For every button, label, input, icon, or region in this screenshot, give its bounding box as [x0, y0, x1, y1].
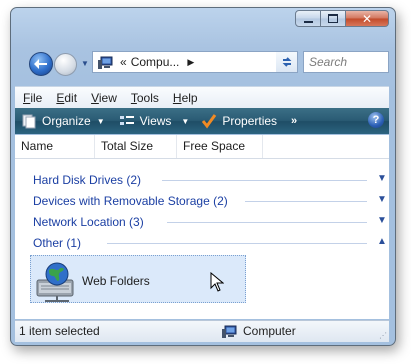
group-other[interactable]: Other (1)	[33, 234, 81, 252]
breadcrumb-chevron-icon[interactable]: ▶	[187, 57, 194, 68]
column-header-name[interactable]: Name	[15, 135, 95, 158]
menu-view-accel: V	[91, 90, 99, 105]
group-network-location[interactable]: Network Location (3)	[33, 213, 144, 231]
minimize-button[interactable]	[295, 10, 321, 27]
resize-grip-icon[interactable]: ⋰	[379, 331, 387, 340]
group-hard-disk-drives[interactable]: Hard Disk Drives (2)	[33, 171, 141, 189]
organize-dropdown-icon: ▼	[96, 116, 105, 126]
address-bar[interactable]: « Compu... ▶ ▼	[92, 51, 298, 73]
menu-bar: File Edit View Tools Help	[15, 86, 389, 108]
menu-tools-label: ools	[136, 90, 159, 105]
menu-edit[interactable]: Edit	[50, 91, 83, 105]
views-dropdown-icon: ▼	[181, 116, 190, 126]
back-button[interactable]	[29, 52, 53, 76]
menu-help-accel: H	[172, 90, 182, 105]
explorer-window: ✕ ▼ « Compu... ▶ ▼ Search File	[10, 7, 396, 346]
status-location-label: Computer	[243, 324, 296, 338]
help-icon[interactable]: ?	[368, 112, 384, 128]
column-headers: Name Total Size Free Space	[15, 135, 389, 159]
menu-view-label: iew	[98, 90, 117, 105]
computer-icon	[222, 325, 238, 338]
minimize-icon	[303, 20, 313, 23]
organize-icon	[21, 113, 37, 129]
caption-buttons: ✕	[295, 10, 389, 27]
group-removable-storage[interactable]: Devices with Removable Storage (2)	[33, 192, 228, 210]
forward-button[interactable]	[54, 53, 77, 76]
maximize-button[interactable]	[321, 10, 346, 27]
properties-button[interactable]: Properties	[201, 113, 277, 129]
status-selection-count: 1 item selected	[19, 324, 100, 338]
group-divider	[162, 180, 367, 181]
address-breadcrumb[interactable]: Compu...	[131, 55, 180, 69]
back-arrow-icon	[34, 59, 47, 69]
group-divider	[107, 243, 367, 244]
menu-tools[interactable]: Tools	[125, 91, 165, 105]
command-bar: Organize ▼ Views ▼ Properties » ?	[15, 108, 389, 134]
checkmark-icon	[201, 113, 217, 129]
item-label: Web Folders	[82, 274, 150, 288]
chevron-down-icon[interactable]: ▼	[377, 194, 387, 205]
properties-label: Properties	[222, 114, 278, 128]
organize-button[interactable]: Organize ▼	[21, 113, 105, 129]
chevron-down-icon[interactable]: ▼	[377, 215, 387, 226]
chevron-up-icon[interactable]: ▲	[377, 236, 387, 247]
status-location: Computer	[222, 324, 296, 338]
refresh-icon	[282, 57, 291, 67]
search-input[interactable]: Search	[303, 51, 389, 73]
menu-help[interactable]: Help	[167, 91, 204, 105]
menu-file-label: ile	[30, 90, 43, 105]
web-folders-icon	[35, 260, 79, 302]
mouse-cursor-icon	[210, 271, 225, 295]
chevron-down-icon[interactable]: ▼	[377, 173, 387, 184]
column-header-free-space[interactable]: Free Space	[177, 135, 263, 158]
file-list: Name Total Size Free Space Hard Disk Dri…	[15, 135, 389, 319]
column-header-total-size[interactable]: Total Size	[95, 135, 177, 158]
group-divider	[245, 201, 367, 202]
recent-pages-dropdown[interactable]: ▼	[81, 59, 89, 68]
computer-icon	[98, 56, 114, 69]
address-prefix: «	[120, 55, 127, 69]
views-label: Views	[139, 114, 172, 128]
group-label: Hard Disk Drives (2)	[33, 173, 142, 187]
group-divider	[167, 222, 367, 223]
status-bar: 1 item selected Computer ⋰	[15, 320, 389, 342]
close-icon: ✕	[361, 11, 373, 26]
menu-view[interactable]: View	[85, 91, 123, 105]
refresh-button[interactable]	[276, 51, 298, 73]
views-button[interactable]: Views ▼	[119, 113, 190, 129]
group-label: Devices with Removable Storage (2)	[33, 194, 228, 208]
organize-label: Organize	[42, 114, 91, 128]
views-icon	[119, 113, 135, 129]
more-commands-button[interactable]: »	[291, 115, 297, 127]
menu-file[interactable]: File	[17, 91, 48, 105]
menu-edit-label: dit	[64, 90, 78, 105]
close-button[interactable]: ✕	[346, 10, 389, 27]
group-label: Other (1)	[33, 236, 82, 250]
menu-help-label: elp	[181, 90, 198, 105]
maximize-icon	[328, 14, 338, 23]
group-label: Network Location (3)	[33, 215, 144, 229]
